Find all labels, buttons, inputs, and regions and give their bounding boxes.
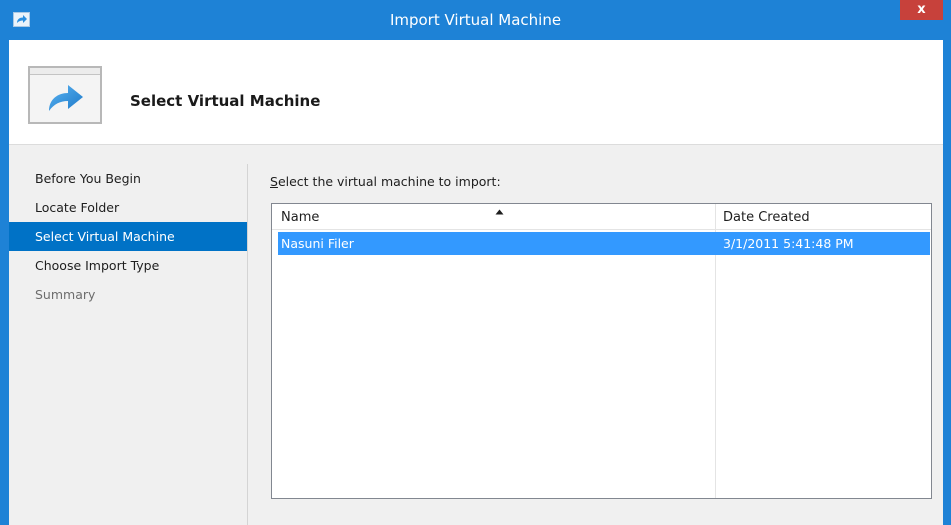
nav-step-before-you-begin[interactable]: Before You Begin xyxy=(9,164,247,193)
import-arrow-icon xyxy=(28,66,102,124)
sort-ascending-icon xyxy=(495,209,504,215)
column-header-name[interactable]: Name xyxy=(281,204,711,229)
list-instruction-label: Select the virtual machine to import: xyxy=(270,174,501,189)
list-header: Name Date Created xyxy=(272,204,931,230)
import-virtual-machine-dialog: Import Virtual Machine x Select Virtual … xyxy=(0,0,951,525)
access-key: S xyxy=(270,174,278,189)
column-header-date-created[interactable]: Date Created xyxy=(723,204,923,229)
instruction-text: elect the virtual machine to import: xyxy=(277,174,501,189)
nav-step-choose-import-type[interactable]: Choose Import Type xyxy=(9,251,247,280)
close-icon: x xyxy=(917,2,926,17)
window-title: Import Virtual Machine xyxy=(389,11,562,29)
list-row[interactable]: Nasuni Filer 3/1/2011 5:41:48 PM xyxy=(278,232,930,255)
nav-step-summary: Summary xyxy=(35,287,96,302)
wizard-header: Select Virtual Machine xyxy=(9,40,943,145)
nav-divider xyxy=(247,164,248,525)
wizard-steps-nav: Before You Begin Locate Folder Select Vi… xyxy=(9,164,247,309)
column-header-name-label: Name xyxy=(281,210,320,225)
row-name-cell: Nasuni Filer xyxy=(281,236,354,251)
row-date-created-cell: 3/1/2011 5:41:48 PM xyxy=(723,236,854,251)
nav-step-select-virtual-machine[interactable]: Select Virtual Machine xyxy=(9,222,247,251)
close-button[interactable]: x xyxy=(900,0,943,20)
page-title: Select Virtual Machine xyxy=(130,92,321,110)
window-frame-right xyxy=(943,0,951,525)
nav-step-locate-folder[interactable]: Locate Folder xyxy=(9,193,247,222)
virtual-machine-list[interactable]: Name Date Created Nasuni Filer 3/1/2011 … xyxy=(271,203,932,499)
window-frame-left xyxy=(0,0,9,525)
title-bar[interactable]: Import Virtual Machine x xyxy=(0,0,951,40)
